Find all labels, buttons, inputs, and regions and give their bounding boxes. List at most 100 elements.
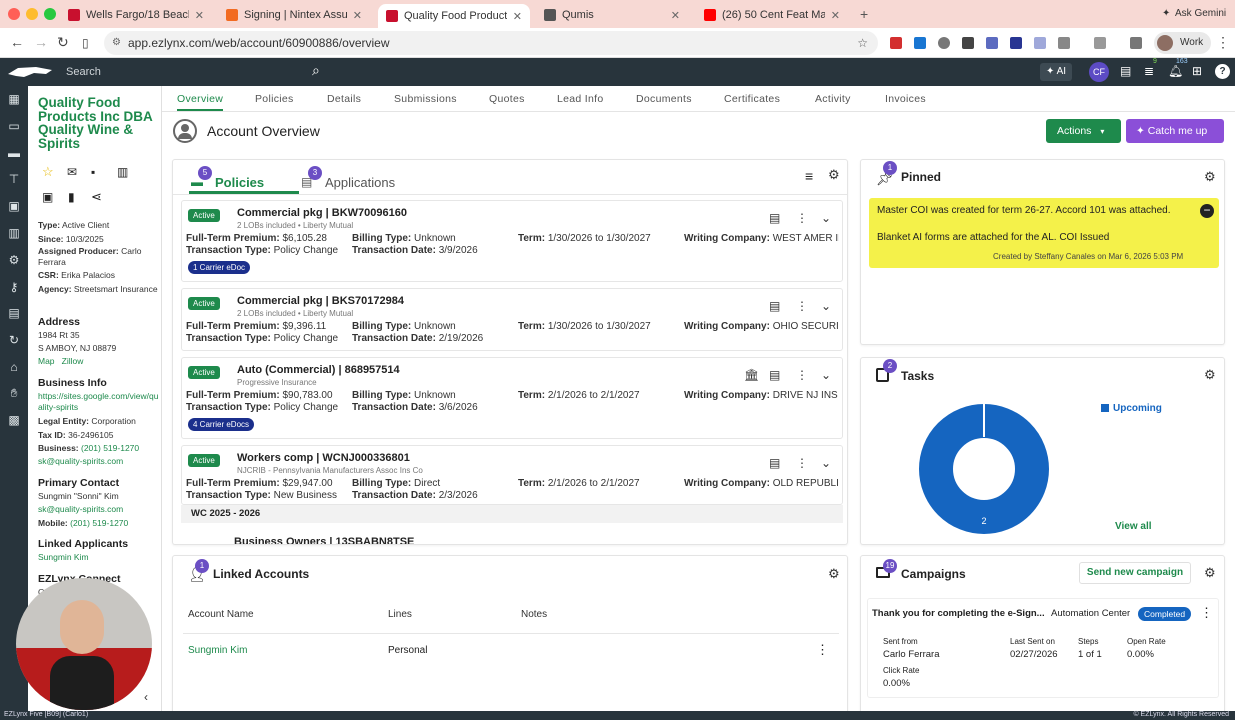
actions-button[interactable]: Actions ▾ <box>1046 119 1121 143</box>
view-all-link[interactable]: View all <box>1115 521 1152 532</box>
extension-icon[interactable] <box>914 37 926 49</box>
reports-icon[interactable]: ▥ <box>6 226 22 240</box>
tasks-donut-chart[interactable]: 2 <box>917 402 1051 536</box>
help-icon[interactable]: ? <box>1215 64 1230 79</box>
favorite-star-icon[interactable]: ☆ <box>42 164 54 180</box>
tab-certificates[interactable]: Certificates <box>724 93 780 105</box>
tab-overview[interactable]: Overview <box>177 93 224 111</box>
hand-icon[interactable]: ✋︎ <box>6 386 22 400</box>
tab-invoices[interactable]: Invoices <box>885 93 926 105</box>
partial-policy-title[interactable]: Business Owners | 13SBABN8TSE <box>234 536 414 544</box>
close-window-dot[interactable] <box>8 8 20 20</box>
carrier-edoc-badge[interactable]: 1 Carrier eDoc <box>188 261 251 274</box>
campaign-menu-icon[interactable]: ⋮ <box>1200 605 1213 621</box>
tab-details[interactable]: Details <box>327 93 361 105</box>
extensions-puzzle-icon[interactable] <box>1058 37 1070 49</box>
policy-card[interactable]: Active Workers comp | WCNJ000336801 NJCRIB… <box>181 445 843 505</box>
policy-title[interactable]: Commercial pkg | BKS70172984 <box>237 295 404 307</box>
chevron-down-icon[interactable]: ⌄ <box>821 211 831 225</box>
chevron-down-icon[interactable]: ⌄ <box>821 299 831 313</box>
download-icon[interactable] <box>1094 37 1106 49</box>
tab-close-icon[interactable]: ✕ <box>195 9 204 22</box>
id-card-icon[interactable]: ▣ <box>42 190 53 204</box>
browser-tab[interactable]: Quality Food Products Inc DB ✕ <box>378 4 530 28</box>
folder-icon[interactable]: ▬ <box>6 146 22 160</box>
org-chart-icon[interactable]: ⊞ <box>1192 64 1202 78</box>
pinned-note[interactable]: Master COI was created for term 26-27. A… <box>869 198 1219 268</box>
task-list-icon[interactable]: ≣ <box>1144 64 1154 78</box>
clipboard-icon[interactable]: ▤ <box>769 211 780 225</box>
chevron-down-icon[interactable]: ⌄ <box>821 456 831 470</box>
linked-account-link[interactable]: Sungmin Kim <box>188 645 247 656</box>
bank-icon[interactable]: 🏛︎ <box>744 368 759 382</box>
more-icon[interactable]: ⋮ <box>796 299 808 313</box>
tab-documents[interactable]: Documents <box>636 93 692 105</box>
browser-tab[interactable]: Qumis ✕ <box>536 4 688 26</box>
extension-icon[interactable] <box>890 37 902 49</box>
minimize-window-dot[interactable] <box>26 8 38 20</box>
document-icon[interactable]: ▮ <box>68 190 75 204</box>
tab-policies[interactable]: Policies <box>255 93 294 105</box>
business-phone-link[interactable]: (201) 519-1270 <box>81 443 139 453</box>
zillow-link[interactable]: Zillow <box>62 356 84 366</box>
profile-chip[interactable]: Work <box>1154 32 1212 54</box>
extension-icon[interactable] <box>1010 37 1022 49</box>
table-row[interactable]: Sungmin Kim Personal ⋮ <box>173 634 849 668</box>
tab-applications[interactable]: ▤ 3 Applications <box>299 166 419 194</box>
sidebar-toggle-icon[interactable]: ▯ <box>82 36 89 50</box>
reload-icon[interactable]: ↻ <box>57 34 69 51</box>
clipboard-icon[interactable]: ▤ <box>769 368 780 382</box>
ezlynx-logo[interactable] <box>6 64 56 80</box>
catch-me-up-button[interactable]: ✦ Catch me up <box>1126 119 1224 143</box>
send-new-campaign-button[interactable]: Send new campaign <box>1079 562 1191 584</box>
browser-tab[interactable]: (26) 50 Cent Feat Max B - 'N ✕ <box>696 4 848 26</box>
clipboard-icon[interactable]: ▤ <box>769 456 780 470</box>
extension-icon[interactable] <box>986 37 998 49</box>
dashboard-icon[interactable]: ▦ <box>6 92 22 106</box>
policy-title[interactable]: Workers comp | WCNJ000336801 <box>237 452 410 464</box>
more-icon[interactable]: ⋮ <box>796 368 808 382</box>
tab-policies[interactable]: ▬ 5 Policies <box>189 166 299 194</box>
tab-lead-info[interactable]: Lead Info <box>557 93 604 105</box>
more-icon[interactable]: ⋮ <box>796 456 808 470</box>
extension-icon[interactable] <box>938 37 950 49</box>
browser-tab[interactable]: Wells Fargo/18 Beach St/Deal ✕ <box>60 4 212 26</box>
website-link[interactable]: https://sites.google.com/view/quality-sp… <box>38 391 160 413</box>
email-icon[interactable]: ✉ <box>67 165 77 179</box>
bookmark-star-icon[interactable]: ☆ <box>857 31 868 55</box>
gear-icon[interactable]: ⚙ <box>1204 169 1216 185</box>
policy-title[interactable]: Commercial pkg | BKW70096160 <box>237 207 407 219</box>
media-icon[interactable] <box>1130 37 1142 49</box>
map-link[interactable]: Map <box>38 356 55 366</box>
browser-tab[interactable]: Signing | Nintex AssureSign ✕ <box>218 4 370 26</box>
maximize-window-dot[interactable] <box>44 8 56 20</box>
primary-email-link[interactable]: sk@quality-spirits.com <box>38 504 160 515</box>
new-tab-plus-icon[interactable]: + <box>860 6 868 22</box>
hierarchy-icon[interactable]: ⊤ <box>6 172 22 186</box>
browser-menu-icon[interactable]: ⋮ <box>1216 34 1230 51</box>
key-icon[interactable]: ⚷ <box>6 280 22 294</box>
sort-icon[interactable]: ≡ <box>805 168 813 184</box>
tab-close-icon[interactable]: ✕ <box>513 10 522 23</box>
inbox-icon[interactable]: ▭ <box>6 119 22 133</box>
global-search-input[interactable]: Search <box>60 62 330 82</box>
campaign-card[interactable]: Thank you for completing the e-Sign... A… <box>867 598 1219 698</box>
tab-quotes[interactable]: Quotes <box>489 93 525 105</box>
tab-submissions[interactable]: Submissions <box>394 93 457 105</box>
extension-icon[interactable] <box>1034 37 1046 49</box>
gear-icon[interactable]: ⚙ <box>828 566 840 582</box>
legend-upcoming[interactable]: Upcoming <box>1113 403 1162 414</box>
add-document-icon[interactable]: ▤ <box>1120 64 1131 78</box>
contacts-icon[interactable]: ▣ <box>6 199 22 213</box>
policy-card[interactable]: Active Commercial pkg | BKW70096160 2 LOBs… <box>181 200 843 282</box>
tab-close-icon[interactable]: ✕ <box>671 9 680 22</box>
campaign-title[interactable]: Thank you for completing the e-Sign... <box>872 608 1045 619</box>
settings-icon[interactable]: ⚙ <box>6 253 22 267</box>
unpin-icon[interactable]: − <box>1200 204 1214 218</box>
extension-icon[interactable] <box>962 37 974 49</box>
policy-card[interactable]: Active Auto (Commercial) | 868957514 Progr… <box>181 357 843 439</box>
row-menu-icon[interactable]: ⋮ <box>816 642 829 658</box>
bell-icon[interactable]: 🔔︎ <box>1168 64 1183 78</box>
chat-icon[interactable]: ▪ <box>91 165 95 179</box>
policy-card[interactable]: Active Commercial pkg | BKS70172984 2 LOBs… <box>181 288 843 351</box>
